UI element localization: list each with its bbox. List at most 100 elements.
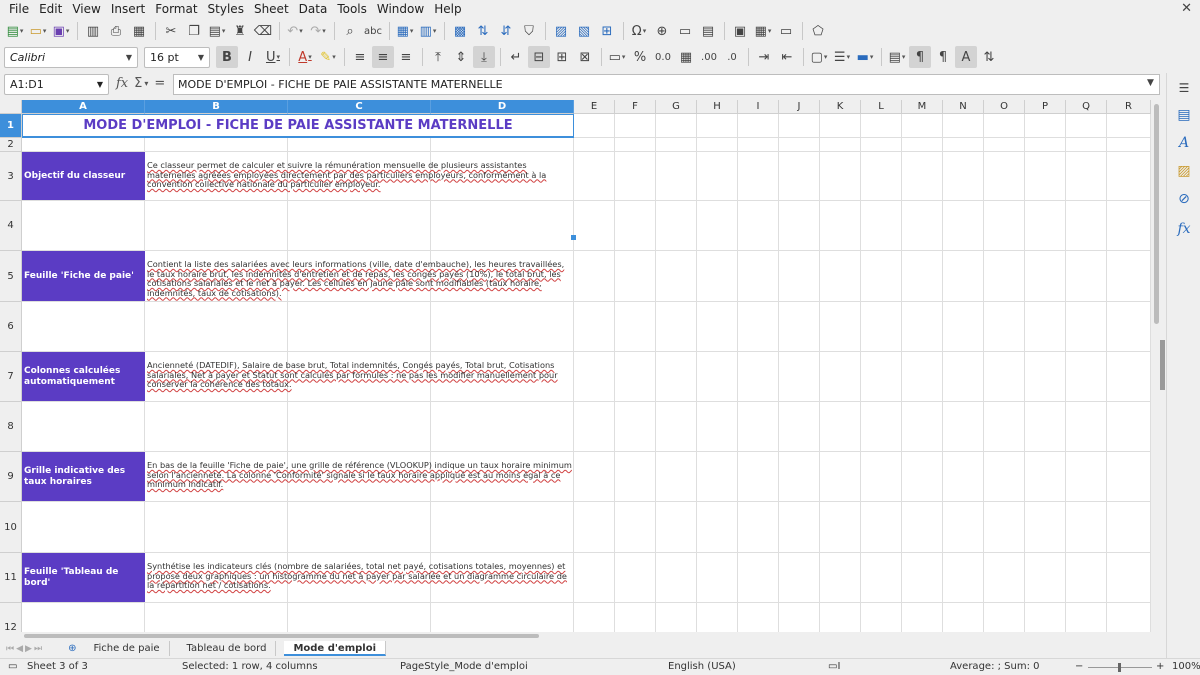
- formula-summary[interactable]: Average: ; Sum: 0: [950, 661, 1040, 672]
- sidebar-menu-icon[interactable]: ☰: [1174, 78, 1194, 98]
- menu-item-window[interactable]: Window: [372, 1, 429, 17]
- column-header-f[interactable]: F: [615, 100, 656, 114]
- row-header-11[interactable]: 11: [0, 553, 22, 603]
- column-header-j[interactable]: J: [779, 100, 820, 114]
- autofilter-icon[interactable]: ⛉: [518, 20, 540, 42]
- border-style-icon[interactable]: ☰ ▾: [831, 46, 853, 68]
- conditional-format-icon[interactable]: ▤ ▾: [886, 46, 908, 68]
- function-wizard-icon[interactable]: fx: [116, 76, 128, 91]
- insert-image-icon[interactable]: ▨: [550, 20, 572, 42]
- column-icon[interactable]: ▥ ▾: [417, 20, 439, 42]
- menu-item-help[interactable]: Help: [429, 1, 466, 17]
- hyperlink-icon[interactable]: ⊕: [651, 20, 673, 42]
- print-preview-icon[interactable]: ▦: [128, 20, 150, 42]
- redo-icon[interactable]: ↷ ▾: [307, 20, 329, 42]
- comment-icon[interactable]: ▭: [674, 20, 696, 42]
- section-description-cell[interactable]: En bas de la feuille 'Fiche de paie', un…: [146, 452, 574, 501]
- find-replace-icon[interactable]: ⌕: [339, 20, 361, 42]
- clone-formatting-icon[interactable]: ♜: [229, 20, 251, 42]
- column-header-b[interactable]: B: [145, 100, 288, 114]
- highlight-color-icon[interactable]: ✎ ▾: [317, 46, 339, 68]
- align-top-icon[interactable]: ⤒: [427, 46, 449, 68]
- column-header-c[interactable]: C: [288, 100, 431, 114]
- styles-icon[interactable]: A: [1174, 133, 1194, 153]
- right-to-left-icon[interactable]: ¶: [932, 46, 954, 68]
- left-to-right-icon[interactable]: ¶: [909, 46, 931, 68]
- chevron-down-icon[interactable]: ▼: [1147, 78, 1154, 88]
- section-label-cell[interactable]: Feuille 'Tableau de bord': [22, 553, 145, 602]
- save-icon[interactable]: ▣ ▾: [50, 20, 72, 42]
- next-sheet-icon[interactable]: ▶: [25, 644, 32, 654]
- spreadsheet-grid[interactable]: ABCDEFGHIJKLMNOPQR 1 2 3 4 5 6 7 8 9 10 11 12 MODE …: [0, 100, 1162, 632]
- row-header-2[interactable]: 2: [0, 138, 22, 152]
- row-header-8[interactable]: 8: [0, 402, 22, 452]
- previous-sheet-icon[interactable]: ◀: [16, 644, 23, 654]
- close-document-icon[interactable]: ✕: [1181, 1, 1192, 16]
- new-document-icon[interactable]: ▤ ▾: [4, 20, 26, 42]
- clear-formatting-icon[interactable]: ⌫: [252, 20, 274, 42]
- currency-format-icon[interactable]: ▭ ▾: [606, 46, 628, 68]
- border-color-icon[interactable]: ▬ ▾: [854, 46, 876, 68]
- insert-chart-icon[interactable]: ▧: [573, 20, 595, 42]
- sort-descending-icon[interactable]: ⇵: [495, 20, 517, 42]
- menu-item-tools[interactable]: Tools: [332, 1, 372, 17]
- increase-indent-icon[interactable]: ⇥: [753, 46, 775, 68]
- font-name-combo[interactable]: Calibri ▼: [4, 46, 138, 68]
- text-direction-icon[interactable]: ⇅: [978, 46, 1000, 68]
- unmerge-cells-icon[interactable]: ⊠: [574, 46, 596, 68]
- section-description-cell[interactable]: Contient la liste des salariées avec leu…: [146, 251, 574, 301]
- align-right-icon[interactable]: ≡: [395, 46, 417, 68]
- date-format-icon[interactable]: ▦: [675, 46, 697, 68]
- open-folder-icon[interactable]: ▭ ▾: [27, 20, 49, 42]
- bold-icon[interactable]: B: [216, 46, 238, 68]
- column-header-g[interactable]: G: [656, 100, 697, 114]
- undo-icon[interactable]: ↶ ▾: [284, 20, 306, 42]
- column-header-a[interactable]: A: [22, 100, 145, 114]
- headers-icon[interactable]: ▩: [449, 20, 471, 42]
- pivot-table-icon[interactable]: ⊞: [596, 20, 618, 42]
- equals-icon[interactable]: =: [154, 76, 165, 91]
- column-header-k[interactable]: K: [820, 100, 861, 114]
- row-header-9[interactable]: 9: [0, 452, 22, 502]
- section-description-cell[interactable]: Ancienneté (DATEDIF), Salaire de base br…: [146, 352, 574, 401]
- text-vertical-icon[interactable]: A: [955, 46, 977, 68]
- zoom-slider-knob[interactable]: [1118, 663, 1121, 672]
- chevron-down-icon[interactable]: ▼: [198, 53, 204, 62]
- menu-item-sheet[interactable]: Sheet: [249, 1, 294, 17]
- spellcheck-icon[interactable]: abc: [362, 20, 384, 42]
- name-box[interactable]: A1:D1 ▼: [4, 74, 109, 95]
- menu-item-styles[interactable]: Styles: [203, 1, 249, 17]
- horizontal-scroll-thumb[interactable]: [24, 634, 539, 638]
- export-pdf-icon[interactable]: ▥: [82, 20, 104, 42]
- horizontal-scrollbar[interactable]: [22, 632, 1150, 640]
- column-header-d[interactable]: D: [431, 100, 574, 114]
- delete-decimal-icon[interactable]: .0: [721, 46, 743, 68]
- row-header-6[interactable]: 6: [0, 302, 22, 352]
- row-header-10[interactable]: 10: [0, 502, 22, 553]
- menu-item-data[interactable]: Data: [294, 1, 333, 17]
- column-header-q[interactable]: Q: [1066, 100, 1107, 114]
- properties-icon[interactable]: ▤: [1174, 105, 1194, 125]
- menu-item-format[interactable]: Format: [150, 1, 202, 17]
- navigator-icon[interactable]: ⊘: [1174, 189, 1194, 209]
- align-left-icon[interactable]: ≡: [349, 46, 371, 68]
- column-header-n[interactable]: N: [943, 100, 984, 114]
- row-header-7[interactable]: 7: [0, 352, 22, 402]
- column-header-o[interactable]: O: [984, 100, 1025, 114]
- add-sheet-icon[interactable]: ⊕: [68, 643, 76, 654]
- show-draw-functions-icon[interactable]: ⬠: [807, 20, 829, 42]
- last-sheet-icon[interactable]: ⏭: [34, 644, 42, 654]
- menu-item-file[interactable]: File: [4, 1, 34, 17]
- section-label-cell[interactable]: Grille indicative des taux horaires: [22, 452, 145, 501]
- merge-cells-icon[interactable]: ⊞: [551, 46, 573, 68]
- row-header-5[interactable]: 5: [0, 251, 22, 302]
- section-label-cell[interactable]: Objectif du classeur: [22, 152, 145, 200]
- italic-icon[interactable]: I: [239, 46, 261, 68]
- row-header-12[interactable]: 12: [0, 603, 22, 632]
- sidebar-collapse-handle[interactable]: [1160, 340, 1165, 390]
- row-icon[interactable]: ▦ ▾: [394, 20, 416, 42]
- document-modified-icon[interactable]: ▭: [8, 661, 17, 672]
- chevron-down-icon[interactable]: ▼: [126, 53, 132, 62]
- page-style[interactable]: PageStyle_Mode d'emploi: [400, 661, 528, 672]
- row-header-3[interactable]: 3: [0, 152, 22, 201]
